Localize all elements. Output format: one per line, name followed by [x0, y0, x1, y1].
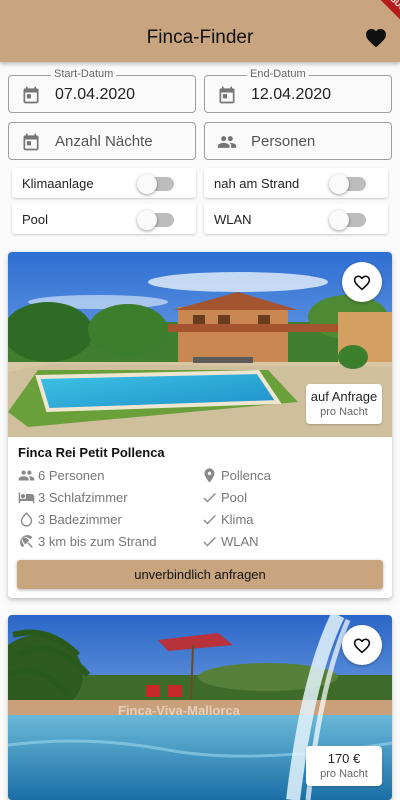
price-unit: pro Nacht [320, 768, 368, 780]
listing-card[interactable]: Finca-Viva-Mallorca 170 € pro Nacht [8, 615, 392, 800]
price-value: 170 € [327, 751, 361, 766]
feature-pool-text: Pool [221, 490, 248, 505]
feature-climate-text: Klima [221, 512, 254, 527]
end-date-field[interactable]: End-Datum 12.04.2020 [204, 68, 392, 113]
favorites-heart-icon[interactable] [364, 26, 388, 48]
start-date-field[interactable]: Start-Datum 07.04.2020 [8, 68, 196, 113]
water-drop-icon [20, 512, 33, 527]
feature-location-text: Pollenca [221, 468, 271, 483]
feature-bedrooms-text: 3 Schlafzimmer [38, 490, 128, 505]
calendar-icon [23, 86, 39, 104]
bed-icon [18, 492, 35, 504]
debug-banner: DEBUG [369, 0, 400, 25]
check-icon [203, 514, 216, 525]
toggle-air-conditioning-label: Klimaanlage [22, 176, 94, 191]
app-bar: Finca-Finder DEBUG [0, 0, 400, 62]
switch-knob [329, 174, 349, 194]
people-icon [217, 136, 237, 148]
nights-field[interactable]: Anzahl Nächte [8, 122, 196, 160]
toggle-near-beach[interactable]: nah am Strand [204, 168, 388, 198]
calendar-icon [23, 133, 39, 151]
people-icon [18, 470, 35, 481]
toggle-wifi-label: WLAN [214, 212, 252, 227]
end-date-label: End-Datum [247, 68, 309, 80]
toggle-near-beach-label: nah am Strand [214, 176, 300, 191]
beach-umbrella-icon [20, 535, 33, 548]
feature-bathrooms-text: 3 Badezimmer [38, 512, 122, 527]
favorite-button[interactable] [342, 625, 382, 665]
listing-card[interactable]: auf Anfrage pro Nacht Finca Rei Petit Po… [8, 252, 392, 598]
photo-watermark: Finca-Viva-Mallorca [118, 703, 240, 718]
heart-outline-icon [353, 638, 371, 654]
toggle-wifi[interactable]: WLAN [204, 204, 388, 234]
price-box: 170 € pro Nacht [306, 746, 382, 786]
check-icon [203, 492, 216, 503]
switch-knob [137, 210, 157, 230]
wifi-switch[interactable] [329, 210, 366, 230]
air-conditioning-switch[interactable] [137, 174, 174, 194]
switch-knob [329, 210, 349, 230]
toggle-pool-label: Pool [22, 212, 49, 227]
near-beach-switch[interactable] [329, 174, 366, 194]
inquire-button[interactable]: unverbindlich anfragen [17, 560, 383, 589]
app-title: Finca-Finder [146, 27, 254, 48]
favorite-button[interactable] [342, 262, 382, 302]
feature-wifi-text: WLAN [221, 534, 259, 549]
feature-persons-text: 6 Personen [38, 468, 105, 483]
nights-placeholder: Anzahl Nächte [55, 133, 153, 150]
switch-knob [137, 174, 157, 194]
heart-outline-icon [353, 275, 371, 291]
listing-title: Finca Rei Petit Pollenca [18, 445, 165, 460]
end-date-value: 12.04.2020 [251, 86, 332, 103]
start-date-value: 07.04.2020 [55, 86, 136, 103]
debug-banner-label: DEBUG [373, 0, 400, 21]
persons-placeholder: Personen [251, 133, 316, 150]
toggle-pool[interactable]: Pool [12, 204, 196, 234]
start-date-label: Start-Datum [51, 68, 117, 80]
calendar-icon [219, 86, 235, 104]
location-pin-icon [204, 468, 215, 483]
feature-beach-distance-text: 3 km bis zum Strand [38, 534, 157, 549]
price-value: auf Anfrage [310, 389, 378, 404]
pool-switch[interactable] [137, 210, 174, 230]
price-unit: pro Nacht [320, 406, 368, 418]
price-box: auf Anfrage pro Nacht [306, 384, 382, 424]
check-icon [203, 536, 216, 547]
toggle-air-conditioning[interactable]: Klimaanlage [12, 168, 196, 198]
persons-field[interactable]: Personen [204, 122, 392, 160]
